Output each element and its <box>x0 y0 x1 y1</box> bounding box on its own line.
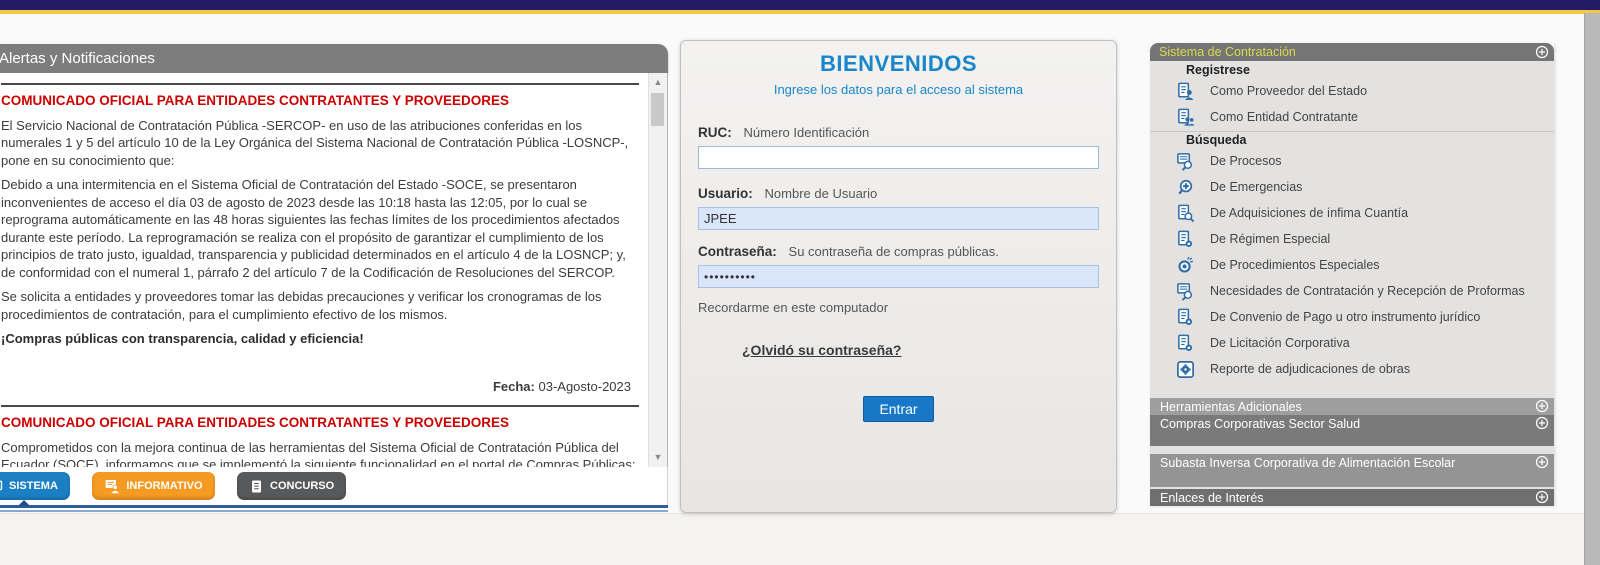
password-label: Contraseña: <box>698 244 777 259</box>
ruc-label: RUC: <box>698 125 732 140</box>
expand-icon[interactable] <box>1535 416 1549 430</box>
document-search-icon <box>1176 204 1195 223</box>
gear-square-icon <box>1176 360 1195 379</box>
gold-accent-line <box>0 10 1600 14</box>
search-section-heading: Búsqueda <box>1150 133 1554 148</box>
document-people-icon <box>1176 108 1195 127</box>
active-tab-pointer <box>18 500 30 506</box>
login-form: RUC: Número Identificación Usuario: Nomb… <box>698 125 1099 422</box>
menu-item-emergencias[interactable]: De Emergencias <box>1150 174 1554 200</box>
tab-label: INFORMATIVO <box>126 480 202 492</box>
tab-sistema[interactable]: SISTEMA <box>0 472 70 500</box>
alerts-tab-bar: SISTEMA INFORMATIVO CONCURSO <box>0 467 668 505</box>
calculator-search-icon <box>1176 282 1195 301</box>
username-input[interactable] <box>698 207 1099 230</box>
document-badge-icon <box>1176 334 1195 353</box>
alerts-content: COMUNICADO OFICIAL PARA ENTIDADES CONTRA… <box>0 73 668 467</box>
alerts-panel-title: Alertas y Notificaciones <box>0 44 668 73</box>
user-label-row: Usuario: Nombre de Usuario <box>698 186 1099 201</box>
tab-concurso[interactable]: CONCURSO <box>237 472 346 500</box>
document-icon <box>249 479 264 494</box>
section-subasta-alimentacion-escolar[interactable]: Subasta Inversa Corporativa de Alimentac… <box>1150 454 1554 487</box>
document-badge-icon <box>1176 308 1195 327</box>
login-panel: BIENVENIDOS Ingrese los datos para el ac… <box>680 40 1117 513</box>
contract-menu-body: Registrese Como Proveedor del Estado Com… <box>1150 61 1554 398</box>
remember-me-label[interactable]: Recordarme en este computador <box>698 300 1099 315</box>
contract-menu-panel: Sistema de Contratación Registrese Como … <box>1150 43 1554 505</box>
menu-item-procesos[interactable]: De Procesos <box>1150 148 1554 174</box>
login-button[interactable]: Entrar <box>863 396 933 422</box>
scrollbar-thumb[interactable] <box>651 93 664 126</box>
monitor-icon <box>0 479 3 494</box>
scroll-down-icon[interactable]: ▼ <box>649 450 667 465</box>
document-badge-icon <box>1176 230 1195 249</box>
announcement-paragraph: El Servicio Nacional de Contratación Púb… <box>1 117 639 170</box>
password-label-row: Contraseña: Su contraseña de compras púb… <box>698 244 1099 259</box>
section-compras-corporativas-salud[interactable]: Compras Corporativas Sector Salud <box>1150 415 1554 446</box>
menu-item-licitacion-corporativa[interactable]: De Licitación Corporativa <box>1150 330 1554 356</box>
ruc-input[interactable] <box>698 146 1099 169</box>
login-title: BIENVENIDOS <box>681 51 1116 77</box>
announcement-date: Fecha: 03-Agosto-2023 <box>1 378 631 396</box>
password-input[interactable] <box>698 265 1099 288</box>
ruc-hint: Número Identificación <box>744 125 870 140</box>
divider <box>1 83 639 85</box>
register-section-heading: Registrese <box>1150 63 1554 78</box>
menu-item-convenio-pago[interactable]: De Convenio de Pago u otro instrumento j… <box>1150 304 1554 330</box>
section-herramientas-adicionales[interactable]: Herramientas Adicionales <box>1150 398 1554 415</box>
password-hint: Su contraseña de compras públicas. <box>789 244 999 259</box>
target-icon <box>1176 256 1195 275</box>
tab-label: CONCURSO <box>270 480 334 492</box>
footer-background <box>0 513 1584 565</box>
divider <box>1150 131 1554 132</box>
announcement-paragraph: Debido a una intermitencia en el Sistema… <box>1 176 639 281</box>
search-medical-icon <box>1176 178 1195 197</box>
section-enlaces-de-interes[interactable]: Enlaces de Interés <box>1150 489 1554 506</box>
menu-item-reporte-obras[interactable]: Reporte de adjudicaciones de obras <box>1150 356 1554 382</box>
announcement-paragraph: Comprometidos con la mejora continua de … <box>1 439 639 468</box>
tab-label: SISTEMA <box>9 480 58 492</box>
menu-item-regimen-especial[interactable]: De Régimen Especial <box>1150 226 1554 252</box>
expand-icon[interactable] <box>1535 45 1549 59</box>
date-value: 03-Agosto-2023 <box>538 379 631 394</box>
contract-menu-header[interactable]: Sistema de Contratación <box>1150 43 1554 61</box>
divider <box>0 510 668 512</box>
user-label: Usuario: <box>698 186 753 201</box>
page: Alertas y Notificaciones COMUNICADO OFIC… <box>0 0 1600 565</box>
menu-item-entidad[interactable]: Como Entidad Contratante <box>1150 104 1554 130</box>
document-person-icon <box>1176 82 1195 101</box>
user-hint: Nombre de Usuario <box>765 186 878 201</box>
date-label: Fecha: <box>493 379 535 394</box>
menu-item-procedimientos-especiales[interactable]: De Procedimientos Especiales <box>1150 252 1554 278</box>
forgot-password-link[interactable]: ¿Olvidó su contraseña? <box>742 342 901 358</box>
announcement-heading: COMUNICADO OFICIAL PARA ENTIDADES CONTRA… <box>1 414 639 432</box>
scroll-up-icon[interactable]: ▲ <box>649 75 667 90</box>
expand-icon[interactable] <box>1535 455 1549 469</box>
announcement-heading: COMUNICADO OFICIAL PARA ENTIDADES CONTRA… <box>1 92 639 110</box>
presenter-icon <box>104 478 120 494</box>
ruc-label-row: RUC: Número Identificación <box>698 125 1099 140</box>
calculator-search-icon <box>1176 152 1195 171</box>
menu-item-infima-cuantia[interactable]: De Adquisiciones de ínfima Cuantía <box>1150 200 1554 226</box>
contract-menu-title: Sistema de Contratación <box>1159 45 1296 59</box>
alerts-panel: Alertas y Notificaciones COMUNICADO OFIC… <box>0 44 668 512</box>
menu-item-proveedor[interactable]: Como Proveedor del Estado <box>1150 78 1554 104</box>
expand-icon[interactable] <box>1535 399 1549 413</box>
announcement-paragraph: Se solicita a entidades y proveedores to… <box>1 288 639 323</box>
expand-icon[interactable] <box>1535 490 1549 504</box>
tab-informativo[interactable]: INFORMATIVO <box>92 472 214 500</box>
announcement-slogan: ¡Compras públicas con transparencia, cal… <box>1 330 639 348</box>
menu-item-necesidades-proformas[interactable]: Necesidades de Contratación y Recepción … <box>1150 278 1554 304</box>
browser-scrollbar[interactable] <box>1584 13 1600 565</box>
login-subtitle: Ingrese los datos para el acceso al sist… <box>681 82 1116 97</box>
divider <box>1 405 639 407</box>
alerts-scrollbar[interactable]: ▲ ▼ <box>648 73 667 467</box>
top-navy-bar <box>0 0 1600 10</box>
